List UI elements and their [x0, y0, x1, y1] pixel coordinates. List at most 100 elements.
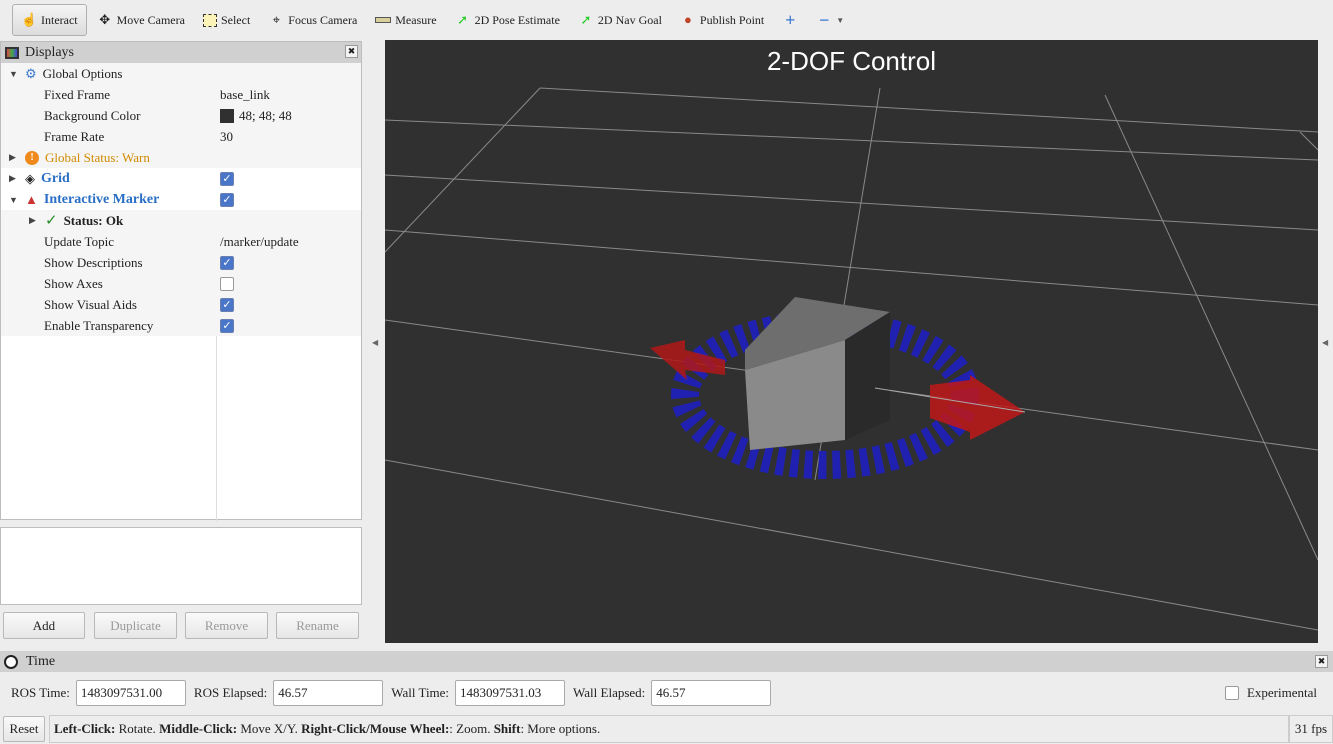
duplicate-button[interactable]: Duplicate [94, 612, 177, 639]
item-label: Fixed Frame [44, 86, 111, 102]
tree-item-show-visual-aids[interactable]: Show Visual Aids ✓ [1, 294, 361, 315]
experimental-label: Experimental [1246, 685, 1317, 700]
wall-elapsed-field[interactable]: 46.57 [651, 680, 772, 706]
hint-key: Shift [493, 721, 521, 736]
expand-arrow-icon[interactable]: ▶ [29, 215, 39, 226]
show-axes-checkbox[interactable] [220, 276, 234, 291]
hint-key: Right-Click/Mouse Wheel: [301, 721, 450, 736]
tool-label: Select [220, 12, 251, 27]
tree-item-global-status[interactable]: ▶! Global Status: Warn [1, 147, 361, 168]
collapse-left-handle[interactable]: ◀ [372, 338, 378, 347]
status-hint: Left-Click: Rotate. Middle-Click: Move X… [49, 715, 1289, 743]
crosshair-icon: ⌖ [272, 12, 280, 27]
time-row: ROS Time: 1483097531.00 ROS Elapsed: 46.… [0, 678, 1333, 708]
green-arrow-icon: ➚ [457, 12, 469, 27]
select-box-icon [202, 13, 217, 27]
minus-icon: − [819, 10, 830, 30]
hand-pointer-icon: ☝ [21, 12, 38, 27]
expand-arrow-icon[interactable]: ▶ [9, 152, 19, 163]
tree-item-background-color[interactable]: Background Color 48; 48; 48 [1, 105, 361, 126]
chevron-down-icon: ▼ [836, 15, 845, 25]
expand-arrow-icon[interactable]: ▶ [9, 173, 19, 184]
plus-icon: + [785, 10, 796, 30]
wall-elapsed-label: Wall Elapsed: [573, 685, 646, 700]
show-visual-aids-checkbox[interactable]: ✓ [220, 297, 234, 312]
item-value: /marker/update [220, 233, 299, 249]
tool-label: Interact [41, 12, 78, 27]
item-label: Global Status: Warn [45, 149, 150, 165]
green-arrow-icon: ➚ [580, 12, 592, 27]
interact-tool[interactable]: ☝ Interact [12, 4, 87, 36]
clock-icon [4, 654, 18, 669]
3d-viewport[interactable]: 2-DOF Control [385, 40, 1318, 643]
item-label: Grid [41, 170, 70, 186]
item-value: base_link [220, 86, 270, 102]
item-label: Global Options [42, 65, 123, 81]
measure-tool[interactable]: Measure [367, 4, 444, 36]
item-value: 30 [220, 128, 233, 144]
tree-item-interactive-marker[interactable]: ▼ ▲ Interactive Marker ✓ [1, 189, 361, 210]
close-icon[interactable]: ✖ [345, 45, 358, 58]
collapse-right-handle[interactable]: ◀ [1322, 338, 1328, 347]
wall-time-field[interactable]: 1483097531.03 [455, 680, 566, 706]
tree-item-fixed-frame[interactable]: Fixed Frame base_link [1, 84, 361, 105]
tree-item-show-axes[interactable]: Show Axes [1, 273, 361, 294]
tree-item-grid[interactable]: ▶ ◈ Grid ✓ [1, 168, 361, 189]
tree-item-global-options[interactable]: ▼ ⚙ Global Options [1, 63, 361, 84]
hint-key: Middle-Click: [159, 721, 238, 736]
nav-goal-tool[interactable]: ➚ 2D Nav Goal [570, 4, 670, 36]
tree-item-update-topic[interactable]: Update Topic/marker/update [1, 231, 361, 252]
experimental-checkbox[interactable] [1224, 686, 1239, 700]
grid-and-marker [385, 87, 1318, 631]
displays-tree: ▼ ⚙ Global Options Fixed Frame base_link Ba… [1, 63, 361, 521]
grid-checkbox[interactable]: ✓ [220, 171, 234, 186]
toolbar: ☝ Interact ✥ Move Camera Select ⌖ Focus Cam… [0, 0, 1333, 40]
move-camera-tool[interactable]: ✥ Move Camera [89, 4, 193, 36]
map-pin-icon: ● [683, 12, 692, 27]
frame-rate-value[interactable]: 30 [220, 129, 233, 145]
panel-title: Displays [25, 44, 74, 60]
expand-arrow-icon[interactable]: ▼ [9, 69, 19, 79]
remove-tool-button[interactable]: − ▼ [808, 4, 852, 36]
tree-item-frame-rate[interactable]: Frame Rate 30 [1, 126, 361, 147]
reset-button[interactable]: Reset [3, 716, 45, 742]
background-color-value[interactable]: 48; 48; 48 [220, 108, 292, 124]
remove-button[interactable]: Remove [185, 612, 268, 639]
experimental-option[interactable]: Experimental [1224, 685, 1317, 701]
expand-arrow-icon[interactable]: ▼ [9, 195, 19, 205]
ros-time-field[interactable]: 1483097531.00 [75, 680, 186, 706]
show-descriptions-checkbox[interactable]: ✓ [220, 255, 234, 270]
interactive-marker-checkbox[interactable]: ✓ [220, 192, 234, 207]
pose-estimate-tool[interactable]: ➚ 2D Pose Estimate [447, 4, 568, 36]
select-tool[interactable]: Select [195, 4, 258, 36]
close-icon[interactable]: ✖ [1315, 655, 1328, 668]
add-tool-button[interactable]: + [774, 4, 806, 36]
time-panel-header: Time ✖ [0, 651, 1333, 672]
tool-label: Focus Camera [288, 12, 358, 27]
item-label: Frame Rate [44, 128, 105, 144]
add-button[interactable]: Add [3, 612, 85, 639]
fixed-frame-value[interactable]: base_link [220, 87, 270, 103]
item-label: Show Visual Aids [44, 296, 137, 312]
tree-item-status[interactable]: ▶ ✓ Status: Ok [1, 210, 361, 231]
checkmark-icon: ✓ [45, 213, 58, 229]
gear-icon: ⚙ [25, 65, 37, 81]
marker-title: 2-DOF Control [766, 46, 937, 76]
panel-title: Time [26, 653, 56, 669]
focus-camera-tool[interactable]: ⌖ Focus Camera [260, 4, 365, 36]
tree-item-show-descriptions[interactable]: Show Descriptions ✓ [1, 252, 361, 273]
move-icon: ✥ [99, 12, 111, 27]
interactive-marker [650, 297, 1026, 479]
enable-transparency-checkbox[interactable]: ✓ [220, 318, 234, 333]
publish-point-tool[interactable]: ● Publish Point [672, 4, 772, 36]
warning-icon: ! [25, 150, 39, 165]
hint-key: Left-Click: [54, 721, 116, 736]
update-topic-value[interactable]: /marker/update [220, 234, 299, 250]
hint-text: Move X/Y. [237, 721, 302, 736]
tree-item-enable-transparency[interactable]: Enable Transparency ✓ [1, 315, 361, 336]
monitor-icon [5, 46, 19, 59]
hint-text: : Zoom. [449, 721, 494, 736]
rename-button[interactable]: Rename [276, 612, 359, 639]
ros-elapsed-field[interactable]: 46.57 [273, 680, 384, 706]
fps-counter: 31 fps [1289, 715, 1333, 743]
